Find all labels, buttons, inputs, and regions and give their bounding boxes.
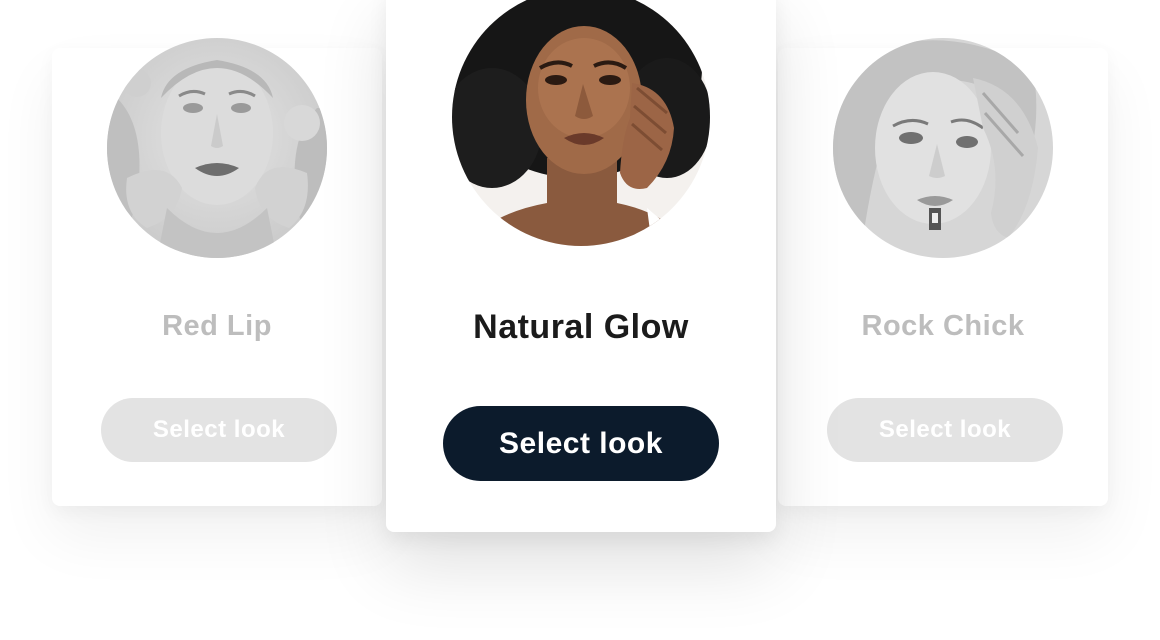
look-selector: Red Lip Select look Natural Glow Select … <box>0 0 1160 640</box>
select-look-button[interactable]: Select look <box>827 398 1063 462</box>
look-photo-red-lip <box>107 38 327 258</box>
select-look-button[interactable]: Select look <box>101 398 337 462</box>
look-card-rock-chick[interactable]: Rock Chick Select look <box>778 38 1108 506</box>
look-photo-natural-glow <box>452 0 710 246</box>
select-look-button[interactable]: Select look <box>443 406 719 481</box>
portrait-image <box>452 0 710 246</box>
look-photo-rock-chick <box>833 38 1053 258</box>
look-title: Rock Chick <box>861 310 1025 342</box>
look-title: Natural Glow <box>473 308 689 346</box>
look-card-natural-glow[interactable]: Natural Glow Select look <box>386 0 776 532</box>
look-title: Red Lip <box>162 310 272 342</box>
portrait-image <box>833 38 1053 258</box>
portrait-image <box>107 38 327 258</box>
look-card-red-lip[interactable]: Red Lip Select look <box>52 38 382 506</box>
